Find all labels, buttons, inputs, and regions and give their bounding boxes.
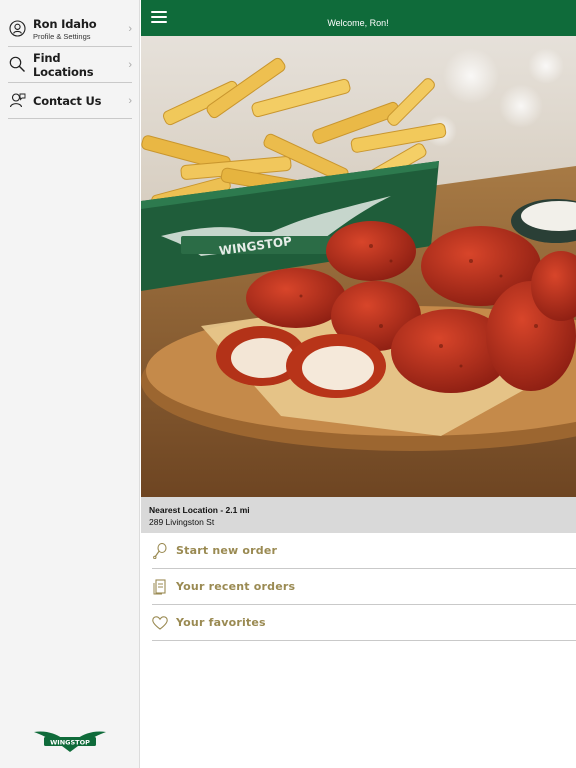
sidebar-item-find-locations[interactable]: Find Locations ›	[8, 47, 132, 83]
action-label: Start new order	[176, 544, 278, 557]
logo-text: WINGSTOP	[50, 738, 90, 746]
nearest-location-title: Nearest Location - 2.1 mi	[149, 505, 250, 515]
sidebar-item-contact-us[interactable]: Contact Us ›	[8, 83, 132, 119]
drumstick-icon	[152, 542, 168, 560]
recent-orders-button[interactable]: Your recent orders	[152, 569, 576, 605]
sidebar-item-label: Contact Us	[33, 93, 102, 108]
sidebar-item-label: Find Locations	[33, 50, 94, 79]
start-new-order-button[interactable]: Start new order	[152, 533, 576, 569]
heart-icon	[152, 614, 168, 632]
chevron-right-icon: ›	[128, 58, 132, 71]
favorites-button[interactable]: Your favorites	[152, 605, 576, 641]
chevron-right-icon: ›	[128, 94, 132, 107]
wingstop-logo: WINGSTOP	[32, 724, 108, 754]
nearest-location-address: 289 Livingston St	[149, 517, 215, 527]
receipt-icon	[152, 578, 168, 596]
hero-food-image: WINGSTOP	[141, 36, 576, 497]
sidebar-item-sublabel: Profile & Settings	[33, 31, 91, 41]
nearest-location-bar[interactable]: Nearest Location - 2.1 mi 289 Livingston…	[141, 497, 576, 533]
welcome-text: Welcome, Ron!	[327, 18, 389, 28]
action-label: Your favorites	[176, 616, 266, 629]
search-icon	[8, 56, 26, 74]
action-label: Your recent orders	[176, 580, 296, 593]
sidebar: Ron Idaho Profile & Settings › Find Loca…	[0, 0, 140, 768]
person-speech-icon	[8, 92, 26, 110]
sidebar-item-profile[interactable]: Ron Idaho Profile & Settings ›	[8, 11, 132, 47]
